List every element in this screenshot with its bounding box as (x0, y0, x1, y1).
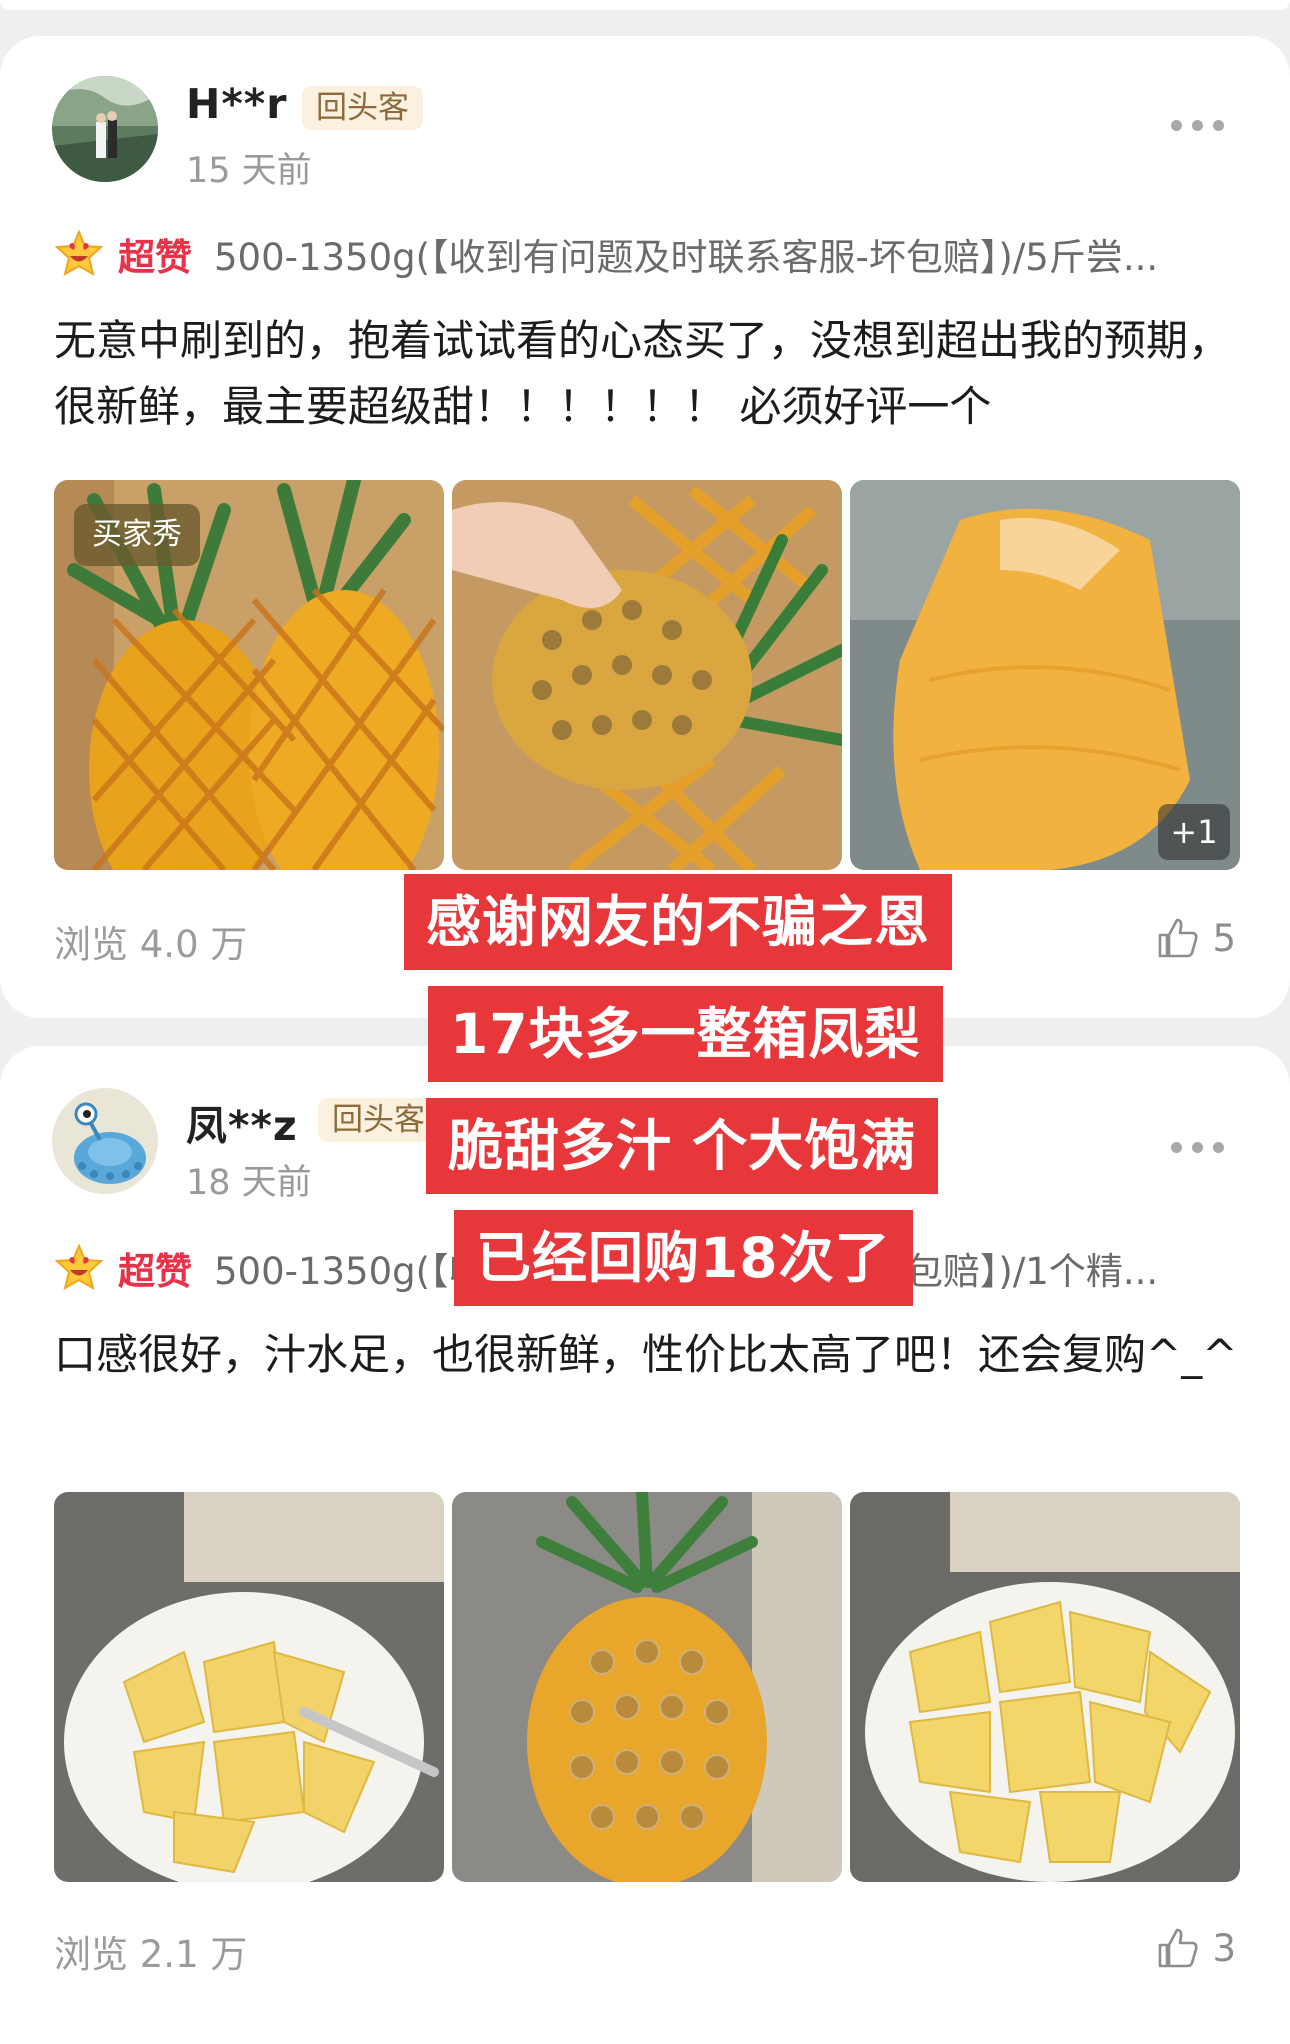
review-card: H**r 回头客 15 天前 超赞 500-1350g(【收到有问题及时联系客服… (0, 36, 1290, 1018)
overlay-caption: 感谢网友的不骗之恩 (404, 874, 953, 970)
star-face-icon (54, 1243, 104, 1291)
repeat-customer-badge: 回头客 (302, 86, 423, 130)
overlay-caption: 17块多一整箱凤梨 (428, 986, 943, 1082)
buyer-show-tag: 买家秀 (74, 504, 200, 566)
like-count: 5 (1212, 916, 1236, 960)
star-face-icon (54, 229, 104, 277)
like-button[interactable]: 5 (1156, 916, 1236, 960)
review-card: 凤**z 回头客 18 天前 超赞 500-1350g(【收到有问题及时联系客服… (0, 1046, 1290, 2044)
review-text: 无意中刷到的，抱着试试看的心态买了，没想到超出我的预期，很新鲜，最主要超级甜！！… (54, 316, 1231, 431)
more-icon[interactable] (1171, 120, 1224, 131)
like-count: 3 (1212, 1926, 1236, 1970)
review-photo[interactable]: 买家秀 (54, 480, 444, 870)
review-photo[interactable] (452, 1492, 842, 1882)
post-time: 18 天前 (186, 1163, 312, 1203)
username[interactable]: 凤**z (186, 1092, 298, 1152)
review-photo[interactable] (452, 480, 842, 870)
review-text: 口感很好，汁水足，也很新鲜，性价比太高了吧！还会复购^_^ (54, 1330, 1238, 1379)
like-button[interactable]: 3 (1156, 1926, 1236, 1970)
rating-row: 超赞 500-1350g(【收到有问题及时联系客服-坏包赔】)/5斤尝... (54, 226, 1234, 282)
sku-text: 500-1350g(【收到有问题及时联系客服-坏包赔】)/5斤尝... (214, 236, 1159, 279)
more-photos-count[interactable]: +1 (1158, 804, 1230, 860)
repeat-customer-badge: 回头客 (318, 1098, 439, 1142)
overlay-caption: 脆甜多汁 个大饱满 (426, 1098, 939, 1194)
thumb-up-icon (1159, 1928, 1198, 1968)
more-icon[interactable] (1171, 1142, 1224, 1153)
rating-label: 超赞 (118, 236, 192, 279)
overlay-caption: 已经回购18次了 (454, 1210, 913, 1306)
review-photo[interactable]: +1 (850, 480, 1240, 870)
username[interactable]: H**r (186, 80, 287, 128)
previous-card-edge (0, 0, 1290, 10)
review-photo[interactable] (850, 1492, 1240, 1882)
view-count: 浏览 4.0 万 (54, 923, 248, 966)
avatar[interactable] (52, 1088, 158, 1194)
review-photo[interactable] (54, 1492, 444, 1882)
post-time: 15 天前 (186, 151, 312, 191)
rating-label: 超赞 (118, 1250, 192, 1293)
avatar[interactable] (52, 76, 158, 182)
photo-gallery: 买家秀 +1 (54, 480, 1240, 870)
thumb-up-icon (1159, 918, 1198, 958)
photo-gallery (54, 1492, 1240, 1882)
view-count: 浏览 2.1 万 (54, 1933, 248, 1976)
